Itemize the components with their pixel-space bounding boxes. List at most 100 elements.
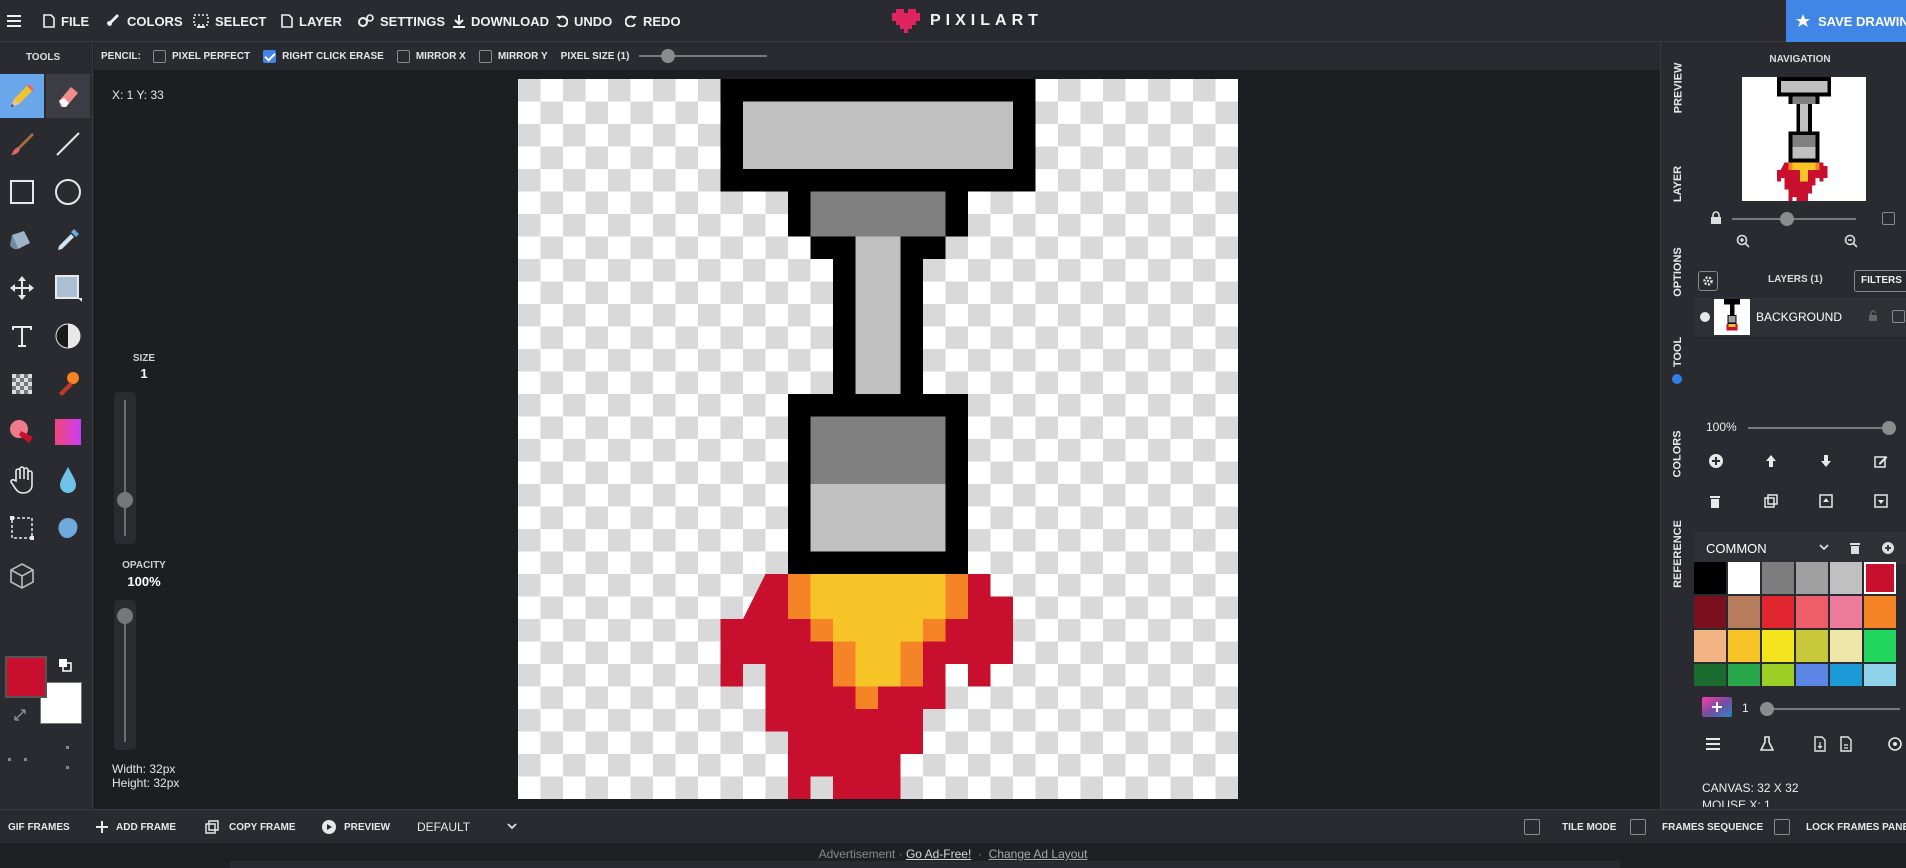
pan-hand-tool[interactable] — [0, 458, 44, 502]
navigation-zoom-slider[interactable] — [1732, 212, 1856, 226]
primary-color-swatch[interactable] — [5, 656, 47, 698]
color-picker-icon[interactable] — [1702, 697, 1732, 717]
opacity-slider-knob[interactable] — [117, 608, 133, 624]
gradient-tool[interactable] — [46, 410, 90, 454]
merge-down-icon[interactable] — [1874, 494, 1888, 508]
shape-fill-tool[interactable] — [46, 266, 90, 310]
palette-color[interactable] — [1728, 562, 1760, 594]
delete-palette-icon[interactable] — [1850, 542, 1860, 554]
add-frame-button[interactable]: ADD FRAME — [96, 810, 176, 844]
pixel-perfect-checkbox[interactable]: PIXEL PERFECT — [153, 49, 250, 63]
menu-redo[interactable]: REDO — [625, 0, 681, 42]
palette-color[interactable] — [1796, 664, 1828, 686]
move-tool[interactable] — [0, 266, 44, 310]
frames-sequence-box[interactable] — [1630, 819, 1646, 835]
reset-colors-icon[interactable] — [13, 708, 27, 722]
layer-row[interactable]: BACKGROUND — [1694, 297, 1906, 337]
go-ad-free-link[interactable]: Go Ad-Free! — [906, 847, 971, 861]
menu-colors[interactable]: COLORS — [107, 0, 183, 42]
palette-color[interactable] — [1762, 664, 1794, 686]
list-icon[interactable] — [1706, 738, 1720, 750]
ellipse-tool[interactable] — [46, 170, 90, 214]
swap-colors-icon[interactable] — [58, 658, 72, 672]
copy-frame-button[interactable]: COPY FRAME — [205, 810, 296, 844]
palette-color[interactable] — [1864, 664, 1896, 686]
drawing-canvas[interactable] — [518, 79, 1238, 799]
menu-undo[interactable]: UNDO — [556, 0, 612, 42]
hamburger-menu-icon[interactable] — [6, 0, 28, 42]
color-replace-tool[interactable] — [0, 410, 44, 454]
gif-frames-label[interactable]: GIF FRAMES — [8, 810, 70, 844]
move-layer-down-icon[interactable] — [1819, 454, 1833, 468]
palette-color[interactable] — [1694, 562, 1726, 594]
lock-frames-box[interactable] — [1774, 819, 1790, 835]
target-icon[interactable] — [1888, 737, 1902, 751]
layer-settings-button[interactable] — [1698, 271, 1718, 291]
palette-color[interactable] — [1728, 630, 1760, 662]
mirror-y-checkbox[interactable]: MIRROR Y — [478, 49, 548, 63]
layer-visibility-dot[interactable] — [1700, 312, 1710, 322]
palette-color[interactable] — [1728, 664, 1760, 686]
duplicate-layer-icon[interactable] — [1764, 494, 1778, 508]
change-ad-layout-link[interactable]: Change Ad Layout — [989, 847, 1088, 861]
navigation-zoom-knob[interactable] — [1780, 212, 1794, 226]
tab-colors[interactable]: COLORS — [1661, 416, 1695, 492]
brush-tool[interactable] — [0, 122, 44, 166]
layer-select-box[interactable] — [1892, 310, 1905, 323]
selection-tool[interactable] — [0, 506, 44, 550]
tab-tool[interactable]: TOOL — [1661, 322, 1695, 382]
eyedropper-tool[interactable] — [46, 218, 90, 262]
palette-color[interactable] — [1694, 596, 1726, 628]
menu-download[interactable]: DOWNLOAD — [453, 0, 549, 42]
navigation-toggle-box[interactable] — [1882, 212, 1895, 225]
palette-color[interactable] — [1796, 562, 1828, 594]
palette-size-slider[interactable] — [1760, 702, 1900, 716]
preview-frames-button[interactable]: PREVIEW — [322, 810, 390, 844]
tab-options[interactable]: OPTIONS — [1661, 232, 1695, 312]
tab-reference[interactable]: REFERENCE — [1661, 504, 1695, 604]
add-layer-icon[interactable] — [1709, 454, 1723, 468]
palette-color[interactable] — [1762, 596, 1794, 628]
layer-lock-icon[interactable] — [1868, 310, 1878, 322]
tile-mode-box[interactable] — [1524, 819, 1540, 835]
text-tool[interactable] — [0, 314, 44, 358]
mirror-y-box[interactable] — [478, 49, 492, 63]
dither-tool[interactable] — [0, 362, 44, 406]
menu-settings[interactable]: SETTINGS — [358, 0, 445, 42]
delete-layer-icon[interactable] — [1709, 494, 1721, 508]
line-tool[interactable] — [46, 122, 90, 166]
mirror-x-checkbox[interactable]: MIRROR X — [396, 49, 466, 63]
lock-icon[interactable] — [1710, 211, 1722, 224]
lock-frames-toggle[interactable]: LOCK FRAMES PANEL — [1774, 810, 1906, 844]
palette-color[interactable] — [1796, 630, 1828, 662]
import-palette-icon[interactable] — [1814, 736, 1826, 752]
palette-size-knob[interactable] — [1760, 702, 1774, 716]
stamp-tool[interactable] — [46, 362, 90, 406]
3d-cube-tool[interactable] — [0, 554, 44, 598]
size-slider[interactable] — [114, 392, 136, 544]
save-drawing-button[interactable]: SAVE DRAWING — [1786, 0, 1906, 42]
palette-color[interactable] — [1830, 630, 1862, 662]
smudge-tool[interactable] — [46, 506, 90, 550]
palette-color[interactable] — [1830, 562, 1862, 594]
eraser-tool[interactable] — [46, 74, 90, 118]
edit-layer-icon[interactable] — [1874, 454, 1888, 468]
rectangle-tool[interactable] — [0, 170, 44, 214]
size-slider-knob[interactable] — [117, 492, 133, 508]
paint-bucket-tool[interactable] — [0, 218, 44, 262]
flask-icon[interactable] — [1760, 736, 1774, 752]
menu-layer[interactable]: LAYER — [281, 0, 342, 42]
palette-selector[interactable]: COMMON — [1694, 532, 1906, 564]
palette-color[interactable] — [1864, 630, 1896, 662]
pixel-perfect-box[interactable] — [153, 49, 166, 63]
right-click-erase-checkbox[interactable]: RIGHT CLICK ERASE — [263, 49, 384, 63]
filters-button[interactable]: FILTERS — [1854, 270, 1906, 292]
palette-color[interactable] — [1830, 664, 1862, 686]
navigation-preview[interactable] — [1742, 77, 1866, 201]
more-tools-dots-icon[interactable] — [4, 742, 74, 770]
palette-color[interactable] — [1830, 596, 1862, 628]
tab-preview[interactable]: PREVIEW — [1661, 50, 1695, 126]
layer-opacity-knob[interactable] — [1882, 421, 1896, 435]
right-click-erase-box[interactable] — [263, 49, 277, 63]
pixilart-logo[interactable]: PIXILART — [892, 8, 1043, 34]
